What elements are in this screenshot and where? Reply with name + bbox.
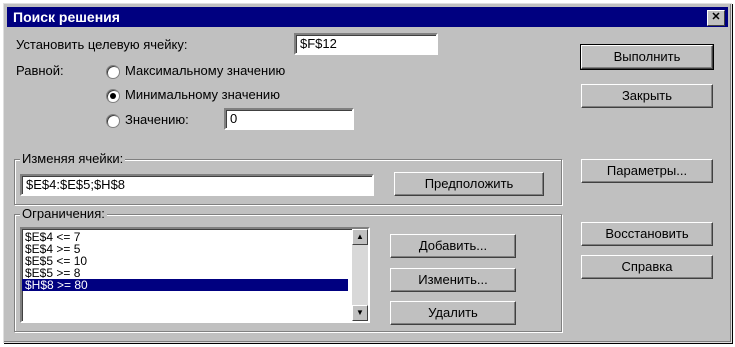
radio-max[interactable] — [106, 65, 120, 79]
radio-max-label[interactable]: Максимальному значению — [125, 63, 285, 78]
constraints-scrollbar[interactable]: ▲ ▼ — [352, 229, 368, 321]
radio-value-label[interactable]: Значению: — [125, 112, 189, 127]
delete-constraint-button[interactable]: Удалить — [390, 301, 516, 325]
change-constraint-button[interactable]: Изменить... — [390, 268, 516, 292]
changing-cells-label: Изменяя ячейки: — [20, 151, 126, 166]
constraints-label: Ограничения: — [20, 206, 107, 221]
add-constraint-button[interactable]: Добавить... — [390, 234, 516, 258]
changing-cells-input[interactable]: $E$4:$E$5;$H$8 — [20, 174, 374, 196]
scroll-down-icon[interactable]: ▼ — [352, 305, 368, 321]
close-button[interactable]: Закрыть — [581, 84, 713, 108]
constraints-list[interactable]: $E$4 <= 7 $E$4 >= 5 $E$5 <= 10 $E$5 >= 8… — [20, 227, 370, 323]
radio-value[interactable] — [106, 114, 120, 128]
options-button[interactable]: Параметры... — [581, 159, 713, 183]
help-button[interactable]: Справка — [581, 255, 713, 279]
solve-button[interactable]: Выполнить — [580, 44, 714, 70]
value-input[interactable]: 0 — [224, 108, 354, 130]
target-cell-input[interactable]: $F$12 — [294, 33, 438, 55]
radio-min-label[interactable]: Минимальному значению — [125, 87, 280, 102]
equal-to-label: Равной: — [16, 63, 64, 78]
target-cell-label: Установить целевую ячейку: — [16, 37, 188, 52]
close-icon[interactable]: ✕ — [707, 10, 725, 26]
radio-min[interactable] — [106, 89, 120, 103]
guess-button[interactable]: Предположить — [394, 172, 544, 196]
title-bar[interactable]: Поиск решения ✕ — [7, 7, 728, 27]
solver-dialog: Поиск решения ✕ Установить целевую ячейк… — [3, 3, 732, 343]
scroll-up-icon[interactable]: ▲ — [352, 229, 368, 245]
reset-button[interactable]: Восстановить — [581, 222, 713, 246]
constraint-item-selected[interactable]: $H$8 >= 80 — [22, 279, 348, 291]
window-title: Поиск решения — [13, 9, 120, 25]
